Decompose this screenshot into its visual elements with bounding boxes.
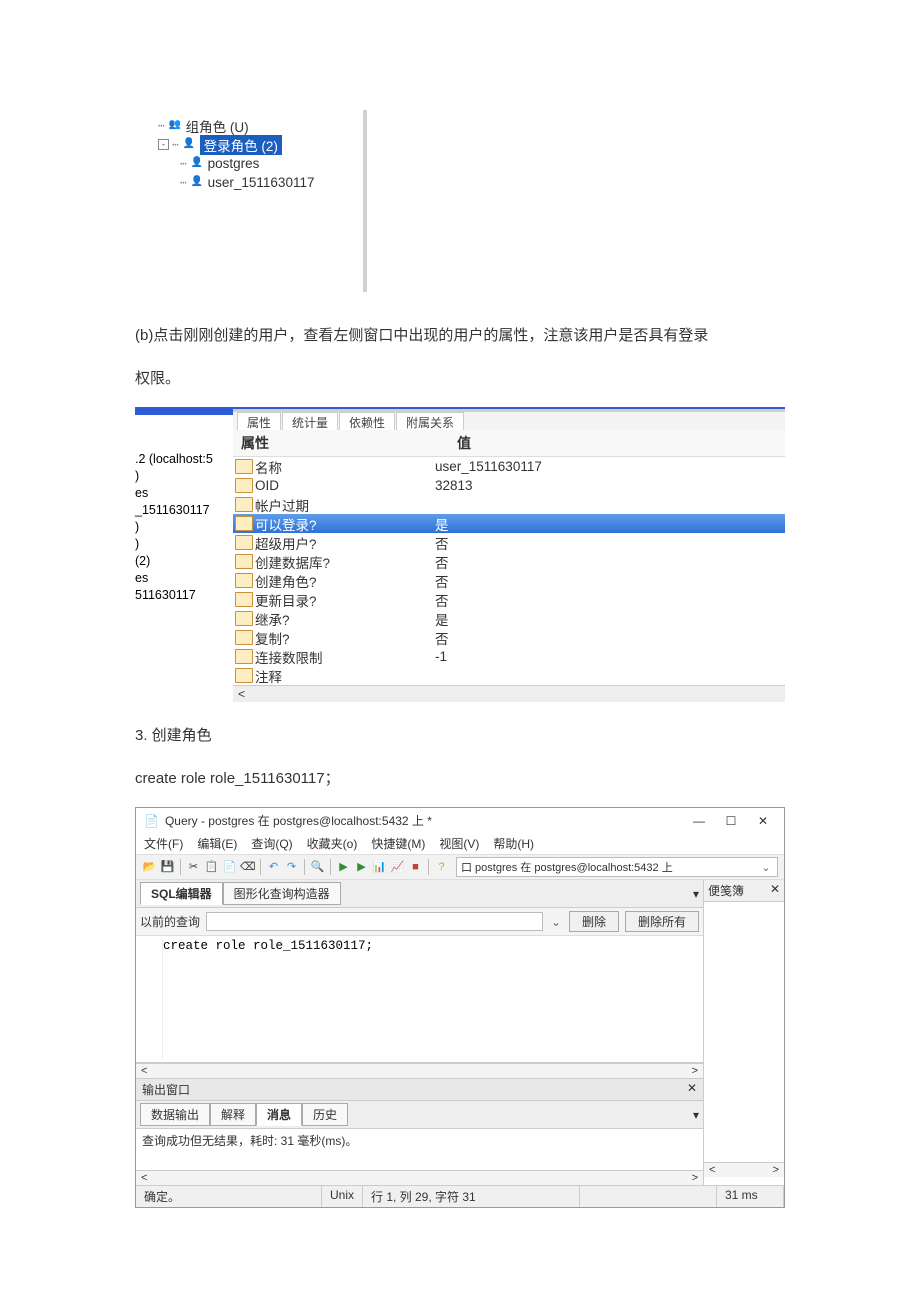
clear-icon[interactable]: ⌫ (240, 860, 255, 875)
property-row[interactable]: 复制?否 (233, 628, 785, 647)
menu-item[interactable]: 帮助(H) (493, 835, 534, 852)
save-icon[interactable]: 💾 (160, 860, 175, 875)
property-icon (235, 516, 253, 531)
menubar[interactable]: 文件(F) 编辑(E) 查询(Q) 收藏夹(o) 快捷键(M) 视图(V) 帮助(H) (136, 833, 784, 854)
menu-item[interactable]: 收藏夹(o) (307, 835, 358, 852)
menu-item[interactable]: 视图(V) (439, 835, 479, 852)
tree-fragment: .2 (localhost:5)es_1511630117))(2)es5116… (135, 409, 233, 604)
property-icon (235, 459, 253, 474)
property-icon (235, 478, 253, 493)
sql-command: create role role_1511630117； (135, 765, 785, 794)
statusbar: 确定。 Unix 行 1, 列 29, 字符 31 31 ms (136, 1185, 784, 1207)
chevron-down-icon[interactable]: ▾ (693, 1108, 699, 1122)
tree-panel: ⋯👥组角色 (U) -⋯👤 登录角色 (2) ⋯👤postgres ⋯👤user… (158, 110, 785, 292)
tree-item-group-roles[interactable]: ⋯👥组角色 (U) (158, 116, 363, 135)
output-tab[interactable]: 解释 (210, 1103, 256, 1126)
property-row[interactable]: 名称user_1511630117 (233, 457, 785, 476)
output-tabs[interactable]: 数据输出解释消息历史 ▾ (136, 1101, 703, 1129)
window-title: Query - postgres 在 postgres@localhost:54… (165, 812, 680, 829)
property-tab[interactable]: 附属关系 (396, 412, 464, 430)
run-pgscript-icon[interactable]: ▶ (354, 860, 369, 875)
paragraph-b: (b)点击刚刚创建的用户，查看左侧窗口中出现的用户的属性，注意该用户是否具有登录 (135, 322, 785, 351)
previous-query-bar: 以前的查询 ⌄ 删除 删除所有 (136, 908, 703, 936)
tree-item-login-roles[interactable]: -⋯👤 登录角色 (2) (158, 135, 363, 154)
output-tab[interactable]: 历史 (302, 1103, 348, 1126)
property-icon (235, 497, 253, 512)
property-icon (235, 554, 253, 569)
property-row[interactable]: 继承?是 (233, 609, 785, 628)
menu-item[interactable]: 文件(F) (144, 835, 183, 852)
property-row[interactable]: 超级用户?否 (233, 533, 785, 552)
close-button[interactable]: ✕ (750, 814, 776, 828)
menu-item[interactable]: 编辑(E) (197, 835, 237, 852)
query-window: 📄 Query - postgres 在 postgres@localhost:… (135, 807, 785, 1208)
stop-icon[interactable]: ■ (408, 860, 423, 875)
property-row[interactable]: 创建数据库?否 (233, 552, 785, 571)
property-row[interactable]: 注释 (233, 666, 785, 685)
tab-sql-editor[interactable]: SQL编辑器 (140, 882, 223, 905)
scrollbar-left[interactable]: < (233, 685, 785, 702)
property-icon (235, 611, 253, 626)
redo-icon[interactable]: ↷ (284, 860, 299, 875)
explain-icon[interactable]: 📊 (372, 860, 387, 875)
property-icon (235, 649, 253, 664)
app-icon: 📄 (144, 814, 159, 828)
toolbar[interactable]: 📂 💾 ✂ 📋 📄 ⌫ ↶ ↷ 🔍 ▶ ▶ 📊 📈 ■ ? 口 postgres… (136, 854, 784, 880)
tab-graphical[interactable]: 图形化查询构造器 (223, 882, 341, 905)
tree-item-postgres[interactable]: ⋯👤postgres (158, 154, 363, 173)
property-row[interactable]: 创建角色?否 (233, 571, 785, 590)
delete-button[interactable]: 删除 (569, 911, 619, 932)
properties-panel: .2 (localhost:5)es_1511630117))(2)es5116… (135, 407, 785, 702)
copy-icon[interactable]: 📋 (204, 860, 219, 875)
explain-analyze-icon[interactable]: 📈 (390, 860, 405, 875)
help-icon[interactable]: ? (434, 860, 449, 875)
output-tab[interactable]: 数据输出 (140, 1103, 210, 1126)
paragraph-b2: 权限。 (135, 365, 785, 394)
property-row[interactable]: 更新目录?否 (233, 590, 785, 609)
property-tab[interactable]: 属性 (237, 412, 281, 430)
prev-query-dropdown[interactable] (206, 912, 543, 931)
property-tab[interactable]: 统计量 (282, 412, 338, 430)
sql-editor[interactable]: create role role_1511630117; (136, 936, 703, 1063)
prev-label: 以前的查询 (140, 913, 200, 930)
property-header: 属性值 (233, 430, 785, 457)
output-pane-title: 输出窗口✕ (136, 1078, 703, 1101)
run-icon[interactable]: ▶ (336, 860, 351, 875)
chevron-down-icon[interactable]: ⌄ (549, 915, 563, 929)
property-row[interactable]: OID32813 (233, 476, 785, 495)
output-tab[interactable]: 消息 (256, 1103, 302, 1126)
delete-all-button[interactable]: 删除所有 (625, 911, 699, 932)
property-tab[interactable]: 依赖性 (339, 412, 395, 430)
output-message: 查询成功但无结果，耗时: 31 毫秒(ms)。 (136, 1129, 703, 1170)
minimize-button[interactable]: — (686, 814, 712, 828)
undo-icon[interactable]: ↶ (266, 860, 281, 875)
tree-item-user[interactable]: ⋯👤user_1511630117 (158, 173, 363, 192)
collapse-icon[interactable]: - (158, 139, 169, 150)
editor-tabs[interactable]: SQL编辑器 图形化查询构造器 ▾ (136, 880, 703, 908)
menu-item[interactable]: 快捷键(M) (371, 835, 425, 852)
cut-icon[interactable]: ✂ (186, 860, 201, 875)
titlebar: 📄 Query - postgres 在 postgres@localhost:… (136, 808, 784, 833)
scratchpad: 便笺簿 ✕ <> (703, 880, 784, 1185)
property-tabs[interactable]: 属性统计量依赖性附属关系 (233, 412, 785, 430)
open-icon[interactable]: 📂 (142, 860, 157, 875)
maximize-button[interactable]: ☐ (718, 814, 744, 828)
close-icon[interactable]: ✕ (687, 1081, 697, 1098)
property-row[interactable]: 帐户过期 (233, 495, 785, 514)
connection-selector[interactable]: 口 postgres 在 postgres@localhost:5432 上⌄ (456, 857, 778, 877)
property-icon (235, 592, 253, 607)
close-icon[interactable]: ✕ (770, 882, 780, 899)
heading-3: 3. 创建角色 (135, 722, 785, 751)
property-icon (235, 535, 253, 550)
menu-item[interactable]: 查询(Q) (251, 835, 292, 852)
chevron-down-icon[interactable]: ▾ (693, 887, 699, 901)
find-icon[interactable]: 🔍 (310, 860, 325, 875)
paste-icon[interactable]: 📄 (222, 860, 237, 875)
property-icon (235, 573, 253, 588)
property-icon (235, 668, 253, 683)
property-row[interactable]: 可以登录?是 (233, 514, 785, 533)
property-row[interactable]: 连接数限制-1 (233, 647, 785, 666)
property-icon (235, 630, 253, 645)
scratchpad-title: 便笺簿 (708, 882, 744, 899)
